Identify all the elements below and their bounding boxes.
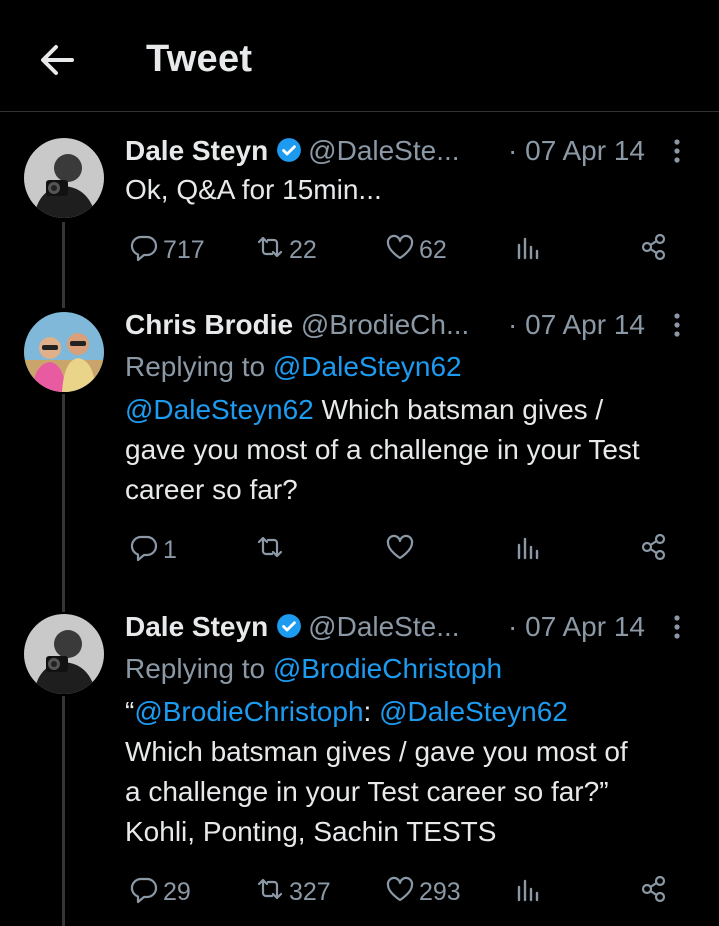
thread-connector <box>62 696 65 926</box>
author-handle[interactable]: @DaleSte... <box>308 135 459 166</box>
heart-icon <box>385 532 415 569</box>
retweet-count: 22 <box>289 235 317 264</box>
top-bar: Tweet <box>0 0 719 112</box>
share-icon <box>639 532 669 569</box>
tweet-text-line: @DaleSteyn62 Which batsman gives / <box>125 390 689 430</box>
verified-badge-icon <box>276 613 302 639</box>
tweet-header: Chris Brodie @BrodieCh... · 07 Apr 14 <box>125 308 689 342</box>
share-button[interactable] <box>639 872 669 912</box>
retweet-icon <box>255 874 285 911</box>
verified-badge-icon <box>276 137 302 163</box>
share-icon <box>639 874 669 911</box>
author-handle[interactable]: @BrodieCh... <box>301 309 470 340</box>
author-name[interactable]: Dale Steyn <box>125 611 268 642</box>
share-button[interactable] <box>639 530 669 570</box>
tweet-text-line: a challenge in your Test career so far?” <box>125 776 609 807</box>
tweet-text: “@BrodieChristoph: @DaleSteyn62 Which ba… <box>125 692 689 852</box>
retweet-button[interactable] <box>255 530 289 570</box>
like-button[interactable]: 62 <box>385 230 447 270</box>
quote-mark: “ <box>125 696 135 727</box>
views-chart-icon <box>513 532 543 569</box>
tweet-text-fragment: : <box>363 696 380 727</box>
mention-link[interactable]: @DaleSteyn62 <box>379 696 568 727</box>
retweet-button[interactable]: 327 <box>255 872 331 912</box>
more-vertical-icon[interactable] <box>667 310 687 340</box>
replying-to-mention[interactable]: @BrodieChristoph <box>273 653 502 684</box>
views-chart-icon <box>513 232 543 269</box>
thread-connector <box>62 394 65 612</box>
views-chart-icon <box>513 874 543 911</box>
like-count: 293 <box>419 877 461 906</box>
replying-to: Replying to @BrodieChristoph <box>125 652 689 686</box>
retweet-button[interactable]: 22 <box>255 230 317 270</box>
page-title: Tweet <box>146 38 253 80</box>
timestamp[interactable]: · 07 Apr 14 <box>508 134 645 168</box>
tweet-text-line: gave you most of a challenge in your Tes… <box>125 434 640 465</box>
reply-button[interactable]: 717 <box>129 230 205 270</box>
mention-link[interactable]: @BrodieChristoph <box>134 696 363 727</box>
author-handle[interactable]: @DaleSte... <box>308 611 459 642</box>
tweet-text-line: Ok, Q&A for 15min... <box>125 174 382 205</box>
like-button[interactable] <box>385 530 419 570</box>
tweet-text: @DaleSteyn62 Which batsman gives / gave … <box>125 390 689 510</box>
tweet-text-line: Kohli, Ponting, Sachin TESTS <box>125 816 497 847</box>
mention-link[interactable]: @DaleSteyn62 <box>125 394 314 425</box>
views-button[interactable] <box>513 872 543 912</box>
retweet-count: 327 <box>289 877 331 906</box>
timestamp[interactable]: · 07 Apr 14 <box>508 308 645 342</box>
timestamp[interactable]: · 07 Apr 14 <box>508 610 645 644</box>
like-button[interactable]: 293 <box>385 872 461 912</box>
avatar[interactable] <box>24 614 104 694</box>
avatar[interactable] <box>24 312 104 392</box>
back-arrow-icon[interactable] <box>36 40 76 80</box>
views-button[interactable] <box>513 530 543 570</box>
more-vertical-icon[interactable] <box>667 136 687 166</box>
avatar[interactable] <box>24 138 104 218</box>
heart-icon <box>385 874 415 911</box>
tweet-text-fragment: Which batsman gives / <box>313 394 604 425</box>
replying-to-mention[interactable]: @DaleSteyn62 <box>273 351 462 382</box>
reply-button[interactable]: 1 <box>129 530 177 570</box>
action-bar: 29 327 293 <box>125 872 670 912</box>
more-vertical-icon[interactable] <box>667 612 687 642</box>
heart-icon <box>385 232 415 269</box>
replying-to-label: Replying to <box>125 351 266 382</box>
replying-to-label: Replying to <box>125 653 266 684</box>
tweet-text-line: career so far? <box>125 474 298 505</box>
tweet-text: Ok, Q&A for 15min... <box>125 170 689 210</box>
reply-count: 1 <box>163 535 177 564</box>
reply-count: 717 <box>163 235 205 264</box>
tweet-header: Dale Steyn @DaleSte... · 07 Apr 14 <box>125 134 689 168</box>
reply-icon <box>129 232 159 269</box>
reply-button[interactable]: 29 <box>129 872 191 912</box>
author-name[interactable]: Dale Steyn <box>125 135 268 166</box>
share-icon <box>639 232 669 269</box>
tweet-text-line: “@BrodieChristoph: @DaleSteyn62 <box>125 692 689 732</box>
reply-icon <box>129 874 159 911</box>
like-count: 62 <box>419 235 447 264</box>
author-name[interactable]: Chris Brodie <box>125 309 293 340</box>
action-bar: 717 22 62 <box>125 230 670 270</box>
action-bar: 1 <box>125 530 670 570</box>
thread-connector <box>62 222 65 308</box>
tweet-text-line: Which batsman gives / gave you most of <box>125 736 628 767</box>
views-button[interactable] <box>513 230 543 270</box>
share-button[interactable] <box>639 230 669 270</box>
reply-icon <box>129 532 159 569</box>
reply-count: 29 <box>163 877 191 906</box>
retweet-icon <box>255 532 285 569</box>
retweet-icon <box>255 232 285 269</box>
tweet-header: Dale Steyn @DaleSte... · 07 Apr 14 <box>125 610 689 644</box>
replying-to: Replying to @DaleSteyn62 <box>125 350 689 384</box>
